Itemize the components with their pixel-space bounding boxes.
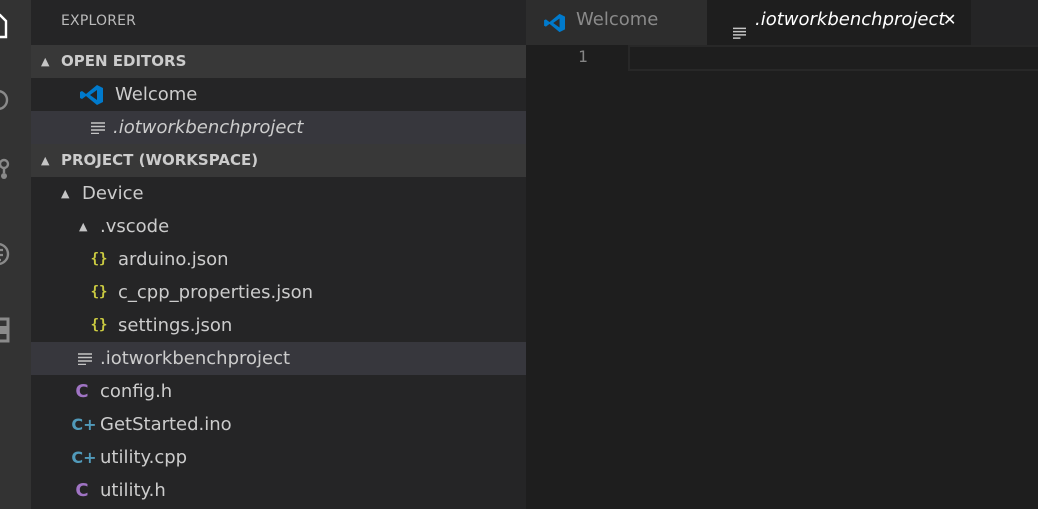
cpp-file-icon: C+ (71, 415, 97, 434)
json-icon: {} (90, 317, 108, 333)
open-editor-item-iotworkbenchproject[interactable]: .iotworkbenchproject (31, 111, 526, 144)
extensions-icon[interactable] (0, 316, 12, 344)
activity-bar (0, 0, 31, 509)
cpp-file-icon: C+ (71, 448, 97, 467)
open-editors-header[interactable]: ▲ OPEN EDITORS (31, 45, 526, 78)
tree-file-c-cpp-properties-json[interactable]: {} c_cpp_properties.json (31, 276, 526, 309)
tab-label: .iotworkbenchproject (755, 9, 946, 30)
tree-item-label: GetStarted.ino (100, 414, 232, 435)
vscode-icon (544, 8, 566, 48)
workspace-header[interactable]: ▲ PROJECT (WORKSPACE) (31, 144, 526, 177)
open-editor-item-welcome[interactable]: Welcome (31, 78, 526, 111)
debug-icon[interactable] (0, 240, 12, 268)
close-icon[interactable]: ✕ (943, 0, 956, 40)
workspace-label: PROJECT (WORKSPACE) (61, 151, 259, 169)
tree-file-settings-json[interactable]: {} settings.json (31, 309, 526, 342)
tree-folder-vscode[interactable]: ▲ .vscode (31, 210, 526, 243)
tree-file-config-h[interactable]: C config.h (31, 375, 526, 408)
open-editors-label: OPEN EDITORS (61, 52, 187, 70)
open-editor-label: Welcome (115, 84, 198, 105)
tree-item-label: .vscode (100, 216, 170, 237)
line-number: 1 (578, 47, 588, 66)
chevron-down-icon: ▲ (79, 220, 88, 233)
source-control-icon[interactable] (0, 156, 12, 184)
tab-welcome[interactable]: Welcome (526, 0, 707, 45)
lines-file-icon (89, 111, 107, 144)
c-file-icon: C (75, 381, 89, 402)
lines-file-icon (77, 342, 93, 375)
tree-file-utility-cpp[interactable]: C+ utility.cpp (31, 441, 526, 474)
editor-area: Welcome .iotworkbenchproject ✕ 1 (526, 0, 1038, 509)
explorer-title: EXPLORER (61, 13, 137, 29)
explorer-sidebar: EXPLORER ▲ OPEN EDITORS Welcome .iotwork… (31, 0, 526, 509)
tree-file-arduino-json[interactable]: {} arduino.json (31, 243, 526, 276)
chevron-down-icon: ▲ (61, 187, 70, 200)
chevron-down-icon: ▲ (41, 154, 50, 167)
tab-iotworkbenchproject[interactable]: .iotworkbenchproject ✕ (707, 0, 971, 45)
tree-item-label: Device (82, 183, 144, 204)
tree-file-utility-h[interactable]: C utility.h (31, 474, 526, 507)
tab-label: Welcome (576, 9, 659, 30)
json-icon: {} (90, 284, 108, 300)
tree-file-getstarted-ino[interactable]: C+ GetStarted.ino (31, 408, 526, 441)
chevron-down-icon: ▲ (41, 55, 50, 68)
tree-item-label: .iotworkbenchproject (100, 348, 291, 369)
tree-item-label: c_cpp_properties.json (118, 282, 314, 303)
tree-item-label: config.h (100, 381, 173, 402)
tab-bar: Welcome .iotworkbenchproject ✕ (526, 0, 1038, 45)
current-line-highlight[interactable] (628, 45, 1038, 71)
tree-item-label: settings.json (118, 315, 233, 336)
json-icon: {} (90, 251, 108, 267)
c-file-icon: C (75, 480, 89, 501)
tree-file-iotworkbenchproject[interactable]: .iotworkbenchproject (31, 342, 526, 375)
explorer-icon[interactable] (0, 12, 12, 40)
open-editor-label: .iotworkbenchproject (113, 117, 304, 138)
tree-item-label: utility.h (100, 480, 166, 501)
tree-item-label: utility.cpp (100, 447, 188, 468)
vscode-icon (79, 78, 105, 111)
tree-folder-device[interactable]: ▲ Device (31, 177, 526, 210)
search-icon[interactable] (0, 86, 12, 114)
tree-item-label: arduino.json (118, 249, 229, 270)
